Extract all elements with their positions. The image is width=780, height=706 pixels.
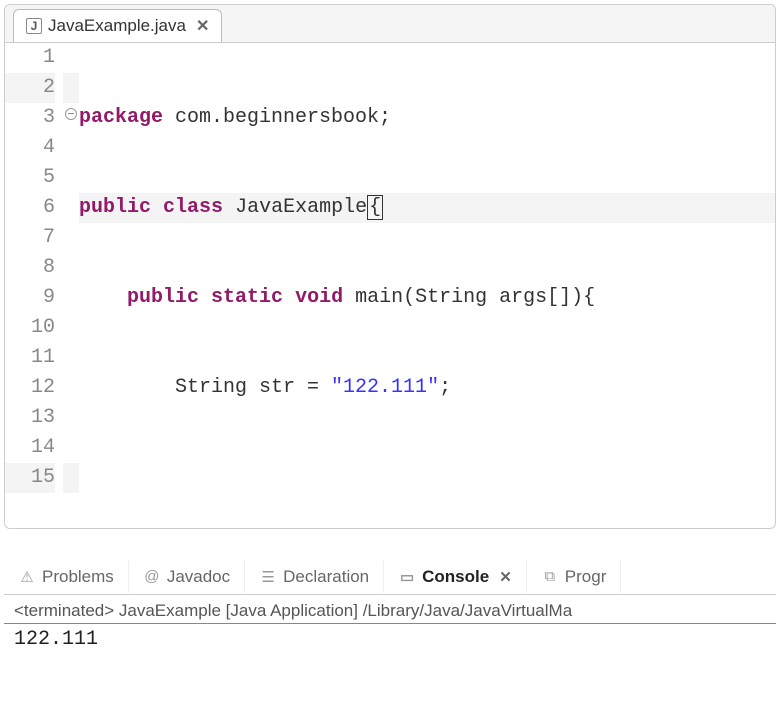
- editor-pane: J JavaExample.java ✕ 1 2 3 4 5 6 7 8 9 1…: [4, 4, 776, 529]
- tab-problems[interactable]: ⚠ Problems: [4, 561, 129, 593]
- line-number: 5: [5, 163, 55, 193]
- fold-toggle-icon[interactable]: [65, 108, 77, 120]
- code-line: package com.beginnersbook;: [79, 103, 775, 133]
- problems-icon: ⚠: [18, 568, 36, 586]
- line-number: 4: [5, 133, 55, 163]
- editor-tab-bar: J JavaExample.java ✕: [5, 5, 775, 43]
- console-output[interactable]: 122.111: [4, 623, 776, 655]
- java-file-icon: J: [26, 18, 42, 34]
- code-area[interactable]: 1 2 3 4 5 6 7 8 9 10 11 12 13 14 15: [5, 43, 775, 529]
- declaration-icon: ☰: [259, 568, 277, 586]
- line-number: 13: [5, 403, 55, 433]
- line-number: 8: [5, 253, 55, 283]
- editor-tab[interactable]: J JavaExample.java ✕: [13, 9, 222, 42]
- tab-declaration[interactable]: ☰ Declaration: [245, 561, 384, 593]
- tab-console[interactable]: ▭ Console ✕: [384, 561, 527, 593]
- bottom-pane: ⚠ Problems @ Javadoc ☰ Declaration ▭ Con…: [4, 559, 776, 655]
- line-number: 1: [5, 43, 55, 73]
- line-number: 14: [5, 433, 55, 463]
- line-number-gutter: 1 2 3 4 5 6 7 8 9 10 11 12 13 14 15: [5, 43, 63, 529]
- line-number: 12: [5, 373, 55, 403]
- line-number: 9: [5, 283, 55, 313]
- code-line: String str = "122.111";: [79, 373, 775, 403]
- bottom-tab-bar: ⚠ Problems @ Javadoc ☰ Declaration ▭ Con…: [4, 559, 776, 595]
- line-number: 6: [5, 193, 55, 223]
- close-icon[interactable]: ✕: [196, 16, 209, 36]
- progress-icon: ⧉: [541, 568, 559, 586]
- tab-javadoc[interactable]: @ Javadoc: [129, 561, 245, 593]
- code-line: public static void main(String args[]){: [79, 283, 775, 313]
- tab-progress[interactable]: ⧉ Progr: [527, 561, 622, 593]
- line-number: 2: [5, 73, 55, 103]
- javadoc-icon: @: [143, 568, 161, 586]
- code-content[interactable]: package com.beginnersbook; public class …: [79, 43, 775, 529]
- line-number: 15: [5, 463, 55, 493]
- fold-gutter: [63, 43, 79, 529]
- close-icon[interactable]: ✕: [499, 568, 512, 586]
- line-number: 7: [5, 223, 55, 253]
- line-number: 3: [5, 103, 55, 133]
- code-line: [79, 463, 775, 493]
- line-number: 10: [5, 313, 55, 343]
- tab-filename: JavaExample.java: [48, 16, 186, 36]
- console-status: <terminated> JavaExample [Java Applicati…: [4, 595, 776, 623]
- line-number: 11: [5, 343, 55, 373]
- console-icon: ▭: [398, 568, 416, 586]
- code-line: public class JavaExample{: [79, 193, 775, 223]
